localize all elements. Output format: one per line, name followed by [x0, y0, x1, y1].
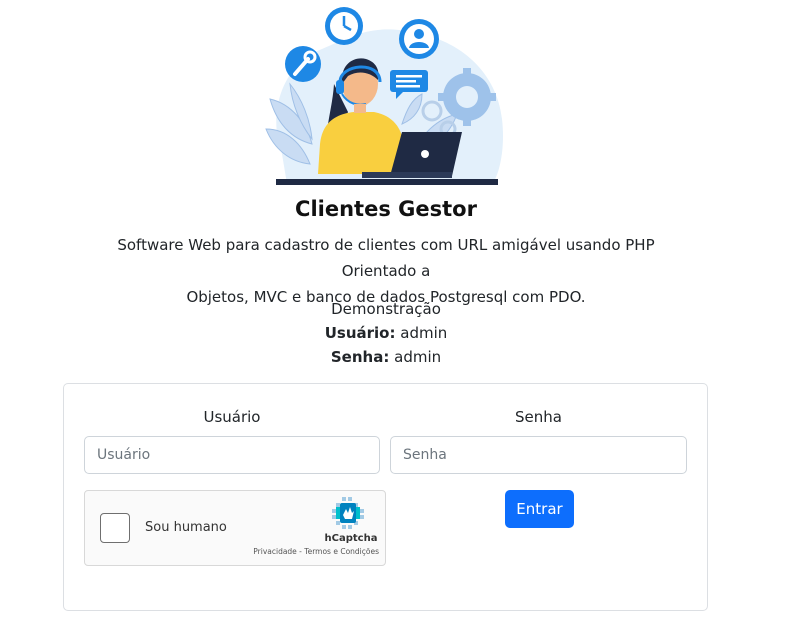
demo-heading: Demonstração — [331, 300, 441, 318]
hcaptcha-brand: hCaptcha — [324, 533, 378, 544]
demo-pass-label: Senha: — [330, 348, 390, 366]
demo-user-label: Usuário: — [324, 324, 396, 342]
captcha-label: Sou humano — [145, 520, 227, 535]
username-input[interactable] — [84, 436, 380, 474]
password-input[interactable] — [390, 436, 687, 474]
description-line-1: Software Web para cadastro de clientes c… — [117, 236, 655, 280]
hcaptcha-widget[interactable]: Sou humano hCaptcha Privacidade - Termos… — [84, 490, 386, 566]
hcaptcha-links[interactable]: Privacidade - Termos e Condições — [253, 547, 379, 556]
wrench-icon — [285, 46, 321, 82]
hcaptcha-logo-icon — [332, 497, 364, 529]
demo-pass-row: Senha: admin — [0, 345, 772, 369]
captcha-checkbox[interactable] — [100, 513, 130, 543]
login-submit-button[interactable]: Entrar — [505, 490, 574, 528]
login-card: Usuário Senha Sou humano hCaptcha Priva — [63, 383, 708, 611]
clock-icon — [325, 7, 363, 45]
username-label: Usuário — [203, 408, 261, 426]
demo-user-value: admin — [400, 324, 448, 342]
user-profile-icon — [399, 19, 439, 59]
demo-user-row: Usuário: admin — [0, 321, 772, 345]
password-label: Senha — [515, 408, 562, 426]
page-title: Clientes Gestor — [295, 197, 477, 221]
customer-support-illustration — [265, 7, 503, 185]
demo-pass-value: admin — [394, 348, 442, 366]
demo-credentials: Demonstração Usuário: admin Senha: admin — [0, 297, 772, 369]
